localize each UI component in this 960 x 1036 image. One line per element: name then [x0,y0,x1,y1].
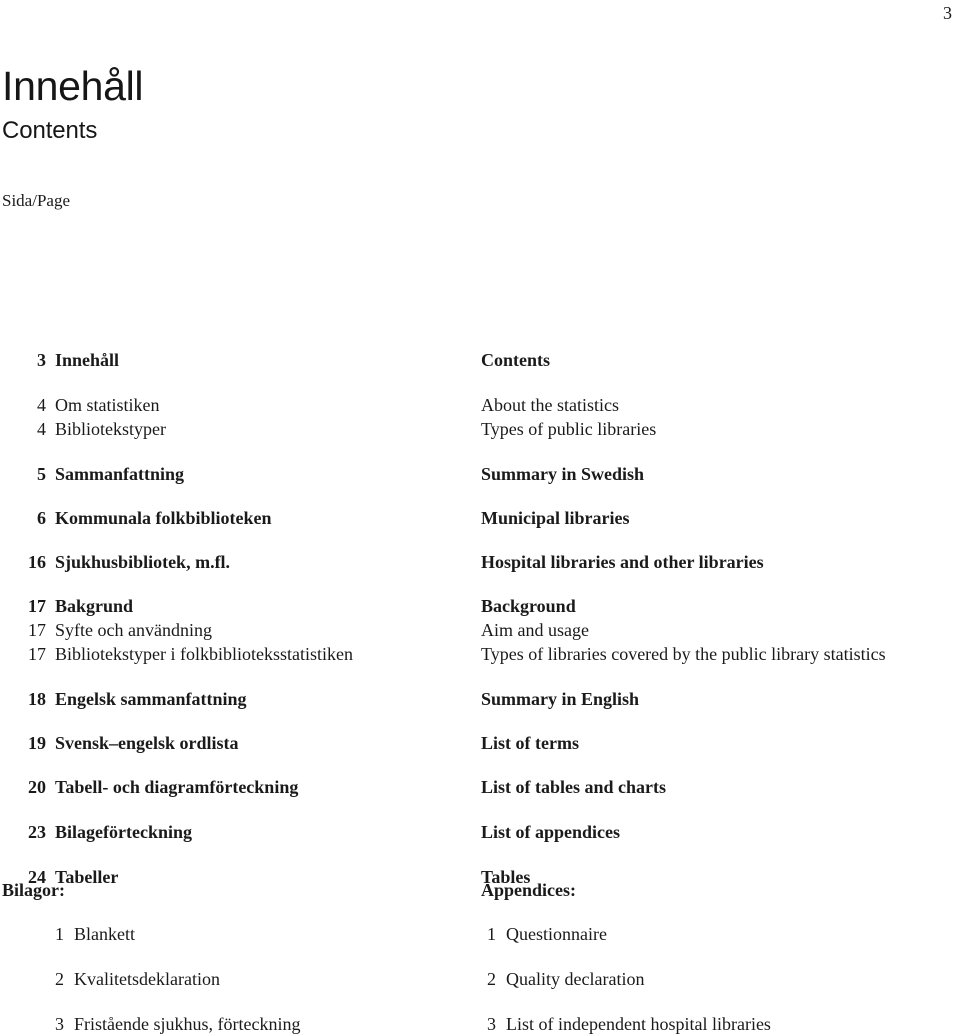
appendix-number-swedish: 2 [55,969,64,989]
toc-row[interactable]: 17 Bibliotekstyper i folkbiblioteksstatis… [0,642,960,666]
toc-entry-swedish[interactable]: Sammanfattning [55,462,475,486]
appendices-list: 1 Blankett 1 Questionnaire 2 Kvalitetsdeklara… [0,922,960,1036]
toc-row[interactable]: 16 Sjukhusbibliotek, m.fl. Hospital librar… [0,550,960,574]
toc-row[interactable]: 17 Bakgrund Background [0,594,960,618]
toc-row[interactable]: 19 Svensk–engelsk ordlista List of terms [0,731,960,755]
toc-row[interactable]: 17 Syfte och användning Aim and usage [0,618,960,642]
masthead: Innehåll Contents [2,63,602,144]
toc-row[interactable]: 5 Sammanfattning Summary in Swedish [0,462,960,486]
page-number: 3 [943,3,952,23]
toc-page-number: 6 [37,508,46,528]
toc-page-number: 20 [28,777,46,797]
appendix-label-english[interactable]: Questionnaire [506,922,946,946]
page-title-swedish: Innehåll [2,63,144,109]
toc-entry-english[interactable]: Types of public libraries [481,417,951,441]
toc-page: 3 Innehåll Contents Sida/Page 3 Innehåll C… [0,0,960,1036]
toc-entry-swedish[interactable]: Kommunala folkbiblioteken [55,506,475,530]
table-of-contents: 3 Innehåll Contents 4 Om statistiken About th… [0,327,960,889]
toc-entry-english[interactable]: Aim and usage [481,618,951,642]
toc-row[interactable]: 24 Tabeller Tables [0,865,960,889]
toc-entry-english[interactable]: Summary in Swedish [481,462,951,486]
appendix-number-english: 3 [487,1014,496,1034]
appendix-label-english[interactable]: List of independent hospital libraries [506,1012,946,1036]
toc-entry-swedish[interactable]: Om statistiken [55,393,475,417]
toc-row[interactable]: 4 Om statistiken About the statistics [0,393,960,417]
appendix-number-swedish: 1 [55,924,64,944]
toc-entry-swedish[interactable]: Sjukhusbibliotek, m.fl. [55,550,475,574]
toc-page-number: 17 [28,620,46,640]
toc-row[interactable]: 3 Innehåll Contents [0,348,960,372]
toc-page-number: 23 [28,822,46,842]
toc-entry-swedish[interactable]: Tabell- och diagramförteckning [55,775,475,799]
toc-row[interactable]: 23 Bilageförteckning List of appendices [0,820,960,844]
appendix-label-swedish[interactable]: Fristående sjukhus, förteckning [74,1012,464,1036]
toc-page-number: 17 [28,596,46,616]
toc-entry-english[interactable]: Municipal libraries [481,506,951,530]
toc-entry-english[interactable]: About the statistics [481,393,951,417]
appendix-label-swedish[interactable]: Kvalitetsdeklaration [74,967,464,991]
toc-entry-swedish[interactable]: Bakgrund [55,594,475,618]
appendix-row[interactable]: 2 Kvalitetsdeklaration 2 Quality declaratio… [0,967,960,991]
toc-page-number: 4 [37,419,46,439]
appendix-number-english: 1 [487,924,496,944]
appendix-number-english: 2 [487,969,496,989]
toc-page-number: 18 [28,689,46,709]
toc-entry-swedish[interactable]: Innehåll [55,348,475,372]
toc-page-number: 19 [28,733,46,753]
toc-entry-swedish[interactable]: Bilageförteckning [55,820,475,844]
toc-entry-english[interactable]: Hospital libraries and other libraries [481,550,951,574]
appendix-number-swedish: 3 [55,1014,64,1034]
toc-entry-swedish[interactable]: Syfte och användning [55,618,475,642]
toc-entry-swedish[interactable]: Bibliotekstyper [55,417,475,441]
toc-entry-english[interactable]: Summary in English [481,687,951,711]
toc-entry-english[interactable]: List of terms [481,731,951,755]
toc-row[interactable]: 6 Kommunala folkbiblioteken Municipal libr… [0,506,960,530]
toc-entry-english[interactable]: Types of libraries covered by the public… [481,642,951,666]
appendix-row[interactable]: 3 Fristående sjukhus, förteckning 3 List of… [0,1012,960,1036]
toc-row[interactable]: 18 Engelsk sammanfattning Summary in Engli… [0,687,960,711]
toc-entry-english[interactable]: Background [481,594,951,618]
toc-entry-english[interactable]: List of appendices [481,820,951,844]
appendix-row[interactable]: 1 Blankett 1 Questionnaire [0,922,960,946]
toc-entry-swedish[interactable]: Svensk–engelsk ordlista [55,731,475,755]
appendix-label-swedish[interactable]: Blankett [74,922,464,946]
toc-entry-swedish[interactable]: Bibliotekstyper i folkbiblioteksstatisti… [55,642,475,666]
toc-entry-swedish[interactable]: Engelsk sammanfattning [55,687,475,711]
toc-page-number: 16 [28,552,46,572]
toc-entry-swedish[interactable]: Tabeller [55,865,475,889]
toc-page-number: 5 [37,464,46,484]
toc-page-number: 4 [37,395,46,415]
toc-entry-english[interactable]: List of tables and charts [481,775,951,799]
toc-row[interactable]: 4 Bibliotekstyper Types of public librarie… [0,417,960,441]
page-title-english: Contents [2,116,98,144]
appendices-heading-english: Appendices: [481,880,577,900]
toc-row[interactable]: 20 Tabell- och diagramförteckning List of … [0,775,960,799]
toc-page-number: 17 [28,644,46,664]
toc-page-number: 3 [37,350,46,370]
appendix-label-english[interactable]: Quality declaration [506,967,946,991]
column-header-page: Sida/Page [2,191,70,210]
toc-entry-english[interactable]: Contents [481,348,951,372]
appendices-heading-swedish: Bilagor: [2,880,65,900]
